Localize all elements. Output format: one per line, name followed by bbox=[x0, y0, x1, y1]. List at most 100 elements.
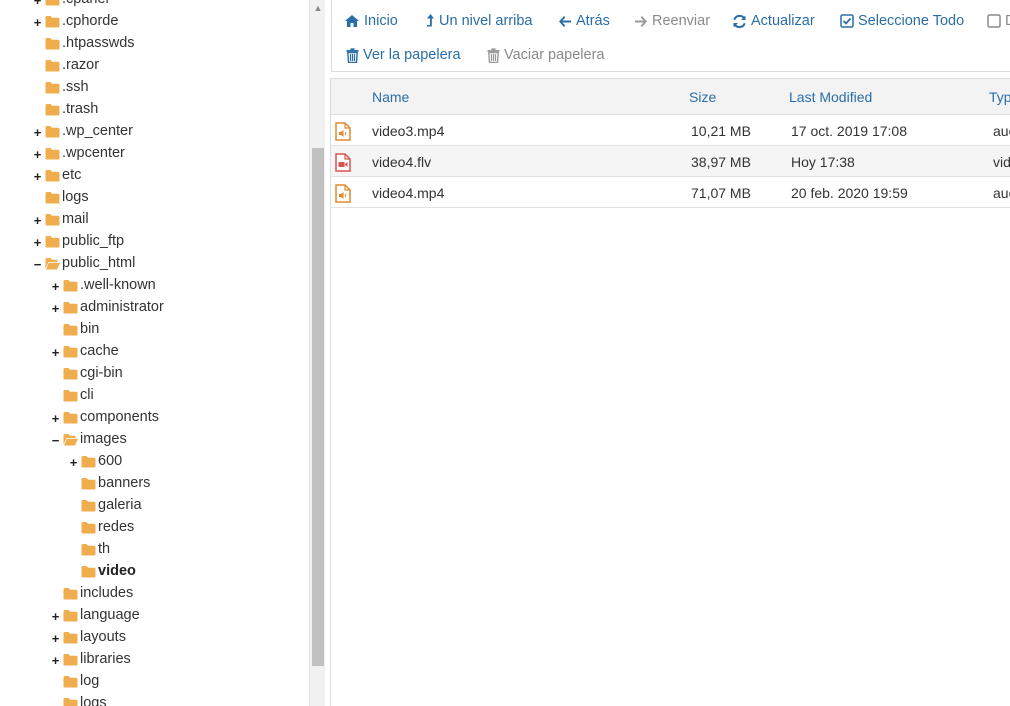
select-all-button[interactable]: Seleccione Todo bbox=[840, 10, 964, 32]
tree-item[interactable]: + administrator bbox=[0, 297, 309, 319]
toolbar: Inicio Un nivel arriba Atrás Reenviar Ac… bbox=[331, 0, 1010, 72]
tree-item[interactable]: + .cpanel bbox=[0, 0, 309, 11]
folder-icon bbox=[45, 38, 60, 50]
expand-toggle-icon[interactable]: + bbox=[32, 209, 43, 231]
column-header-name[interactable]: Name bbox=[372, 89, 409, 105]
unselect-all-button[interactable]: D bbox=[987, 10, 1010, 32]
select-all-label: Seleccione Todo bbox=[858, 13, 965, 29]
tree-item[interactable]: galeria bbox=[0, 495, 309, 517]
trash-icon bbox=[346, 47, 359, 63]
folder-icon bbox=[63, 588, 78, 600]
tree-item[interactable]: cgi-bin bbox=[0, 363, 309, 385]
folder-icon bbox=[45, 126, 60, 138]
tree-item[interactable]: + .wp_center bbox=[0, 121, 309, 143]
tree-item-label: galeria bbox=[98, 497, 142, 513]
empty-trash-button[interactable]: Vaciar papelera bbox=[487, 44, 605, 66]
up-one-level-button[interactable]: Un nivel arriba bbox=[426, 10, 533, 32]
tree-item-label: administrator bbox=[80, 299, 164, 315]
tree-item[interactable]: + language bbox=[0, 605, 309, 627]
file-size: 38,97 MB bbox=[691, 154, 751, 170]
collapse-toggle-icon[interactable]: − bbox=[32, 253, 43, 275]
file-last-modified: 20 feb. 2020 19:59 bbox=[791, 185, 908, 201]
tree-item[interactable]: includes bbox=[0, 583, 309, 605]
tree-item[interactable]: .htpasswds bbox=[0, 33, 309, 55]
folder-icon bbox=[81, 500, 96, 512]
expand-toggle-icon[interactable]: + bbox=[32, 143, 43, 165]
tree-item[interactable]: − images bbox=[0, 429, 309, 451]
tree-item-label: language bbox=[80, 607, 140, 623]
expand-toggle-icon[interactable]: + bbox=[32, 121, 43, 143]
tree-item[interactable]: video bbox=[0, 561, 309, 583]
tree-item[interactable]: .trash bbox=[0, 99, 309, 121]
file-last-modified: 17 oct. 2019 17:08 bbox=[791, 123, 907, 139]
tree-item-label: .htpasswds bbox=[62, 35, 135, 51]
file-name: video3.mp4 bbox=[372, 123, 445, 139]
tree-item[interactable]: logs bbox=[0, 693, 309, 706]
tree-item-label: logs bbox=[62, 189, 89, 205]
tree-item[interactable]: banners bbox=[0, 473, 309, 495]
expand-toggle-icon[interactable]: + bbox=[50, 649, 61, 671]
up-one-level-label: Un nivel arriba bbox=[439, 13, 533, 29]
expand-toggle-icon[interactable]: + bbox=[68, 451, 79, 473]
tree-item[interactable]: logs bbox=[0, 187, 309, 209]
tree-item[interactable]: .razor bbox=[0, 55, 309, 77]
tree-item[interactable]: bin bbox=[0, 319, 309, 341]
tree-item-label: .wpcenter bbox=[62, 145, 125, 161]
tree-item[interactable]: + mail bbox=[0, 209, 309, 231]
tree-item[interactable]: + components bbox=[0, 407, 309, 429]
column-header-size[interactable]: Size bbox=[689, 89, 716, 105]
column-header-last-modified[interactable]: Last Modified bbox=[789, 89, 872, 105]
folder-icon bbox=[63, 632, 78, 644]
expand-toggle-icon[interactable]: + bbox=[50, 297, 61, 319]
audio-file-icon bbox=[335, 122, 351, 141]
collapse-toggle-icon[interactable]: − bbox=[50, 429, 61, 451]
folder-icon bbox=[63, 698, 78, 706]
table-row[interactable]: video3.mp4 10,21 MB 17 oct. 2019 17:08 a… bbox=[331, 115, 1010, 146]
tree-item[interactable]: + libraries bbox=[0, 649, 309, 671]
tree-item[interactable]: + layouts bbox=[0, 627, 309, 649]
tree-item[interactable]: redes bbox=[0, 517, 309, 539]
expand-toggle-icon[interactable]: + bbox=[32, 0, 43, 11]
tree-item[interactable]: + .wpcenter bbox=[0, 143, 309, 165]
reload-button[interactable]: Actualizar bbox=[732, 10, 815, 32]
tree-item[interactable]: .ssh bbox=[0, 77, 309, 99]
tree-item-label: redes bbox=[98, 519, 135, 535]
folder-tree-scrollbar[interactable]: ▲ bbox=[309, 0, 325, 706]
folder-icon bbox=[63, 654, 78, 666]
expand-toggle-icon[interactable]: + bbox=[50, 407, 61, 429]
expand-toggle-icon[interactable]: + bbox=[32, 165, 43, 187]
expand-toggle-icon[interactable]: + bbox=[32, 231, 43, 253]
tree-item[interactable]: + .well-known bbox=[0, 275, 309, 297]
expand-toggle-icon[interactable]: + bbox=[50, 605, 61, 627]
tree-item[interactable]: log bbox=[0, 671, 309, 693]
tree-item[interactable]: + public_ftp bbox=[0, 231, 309, 253]
table-row[interactable]: video4.flv 38,97 MB Hoy 17:38 vid bbox=[331, 146, 1010, 177]
folder-icon bbox=[63, 280, 78, 292]
expand-toggle-icon[interactable]: + bbox=[50, 341, 61, 363]
expand-toggle-icon[interactable]: + bbox=[32, 11, 43, 33]
tree-item[interactable]: + etc bbox=[0, 165, 309, 187]
back-button[interactable]: Atrás bbox=[558, 10, 610, 32]
video-file-icon bbox=[335, 153, 351, 172]
home-button[interactable]: Inicio bbox=[344, 10, 398, 32]
expand-toggle-icon[interactable]: + bbox=[50, 275, 61, 297]
tree-item[interactable]: cli bbox=[0, 385, 309, 407]
folder-icon bbox=[45, 214, 60, 226]
column-header-type[interactable]: Typ bbox=[989, 89, 1010, 105]
forward-button[interactable]: Reenviar bbox=[634, 10, 710, 32]
folder-icon bbox=[45, 82, 60, 94]
folder-icon bbox=[45, 236, 60, 248]
expand-toggle-icon[interactable]: + bbox=[50, 627, 61, 649]
tree-item[interactable]: − public_html bbox=[0, 253, 309, 275]
tree-item[interactable]: +600 bbox=[0, 451, 309, 473]
view-trash-button[interactable]: Ver la papelera bbox=[346, 44, 461, 66]
tree-item-label: public_ftp bbox=[62, 233, 125, 249]
tree-item[interactable]: + .cphorde bbox=[0, 11, 309, 33]
scroll-up-arrow-icon[interactable]: ▲ bbox=[310, 0, 326, 16]
table-row[interactable]: video4.mp4 71,07 MB 20 feb. 2020 19:59 a… bbox=[331, 177, 1010, 208]
folder-icon bbox=[63, 412, 78, 424]
tree-item[interactable]: th bbox=[0, 539, 309, 561]
scrollbar-thumb[interactable] bbox=[312, 148, 324, 666]
checkbox-checked-icon bbox=[840, 14, 854, 28]
tree-item[interactable]: + cache bbox=[0, 341, 309, 363]
